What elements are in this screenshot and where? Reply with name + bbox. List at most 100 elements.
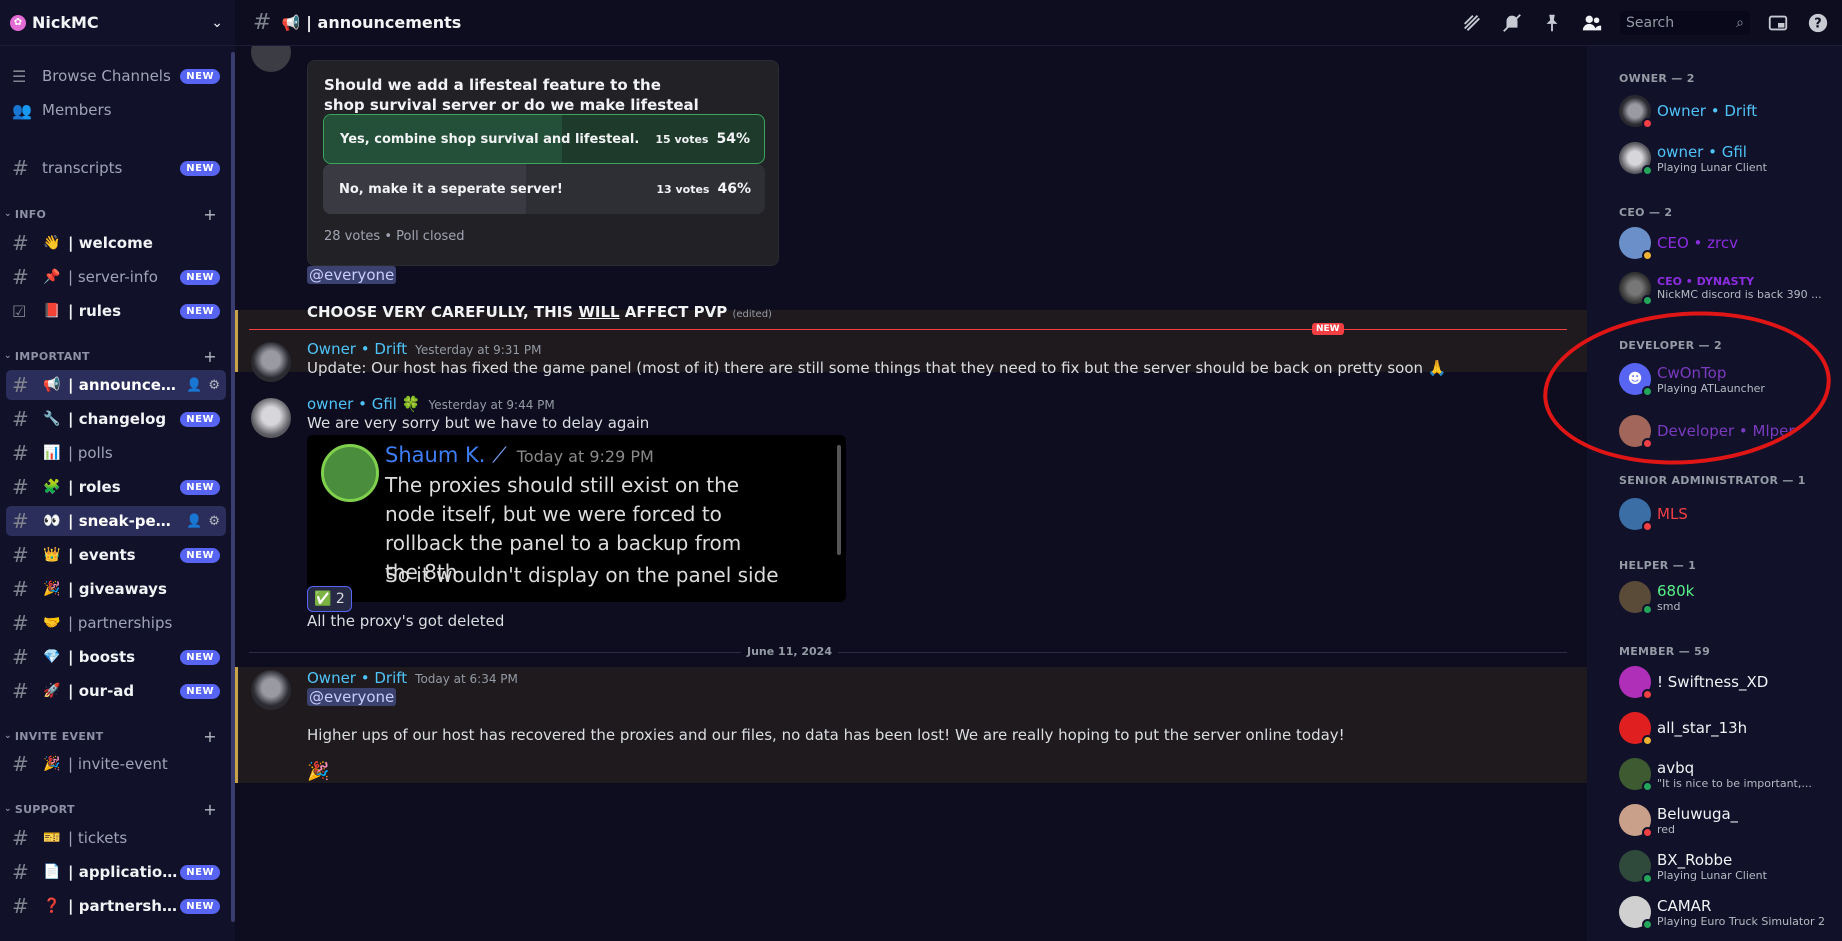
channel-our-ad[interactable]: # 🚀 | our-ad NEW <box>6 676 226 706</box>
member-mls[interactable]: MLS <box>1619 494 1834 534</box>
poll-footer: 28 votes • Poll closed <box>324 229 465 244</box>
avatar[interactable] <box>251 342 291 382</box>
avatar[interactable] <box>251 398 291 438</box>
message-author[interactable]: Owner • Drift Today at 6:34 PM <box>307 669 518 687</box>
author-name[interactable]: Owner • Drift <box>307 669 407 687</box>
channel-roles[interactable]: # 🧩 | roles NEW <box>6 472 226 502</box>
category-support[interactable]: ⌄ SUPPORT + <box>0 800 225 819</box>
member-avbq[interactable]: avbq "It is nice to be important,... <box>1619 754 1834 794</box>
new-messages-tag: NEW <box>1312 323 1344 335</box>
channel-rules[interactable]: ☑ 📕 | rules NEW <box>6 296 226 326</box>
category-title: IMPORTANT <box>14 349 90 363</box>
add-channel-icon[interactable]: + <box>203 727 217 746</box>
new-messages-divider <box>249 329 1567 330</box>
member-bxrobbe[interactable]: BX_Robbe Playing Lunar Client <box>1619 846 1834 886</box>
channel-server-info[interactable]: # 📌 | server-info NEW <box>6 262 226 292</box>
message-author[interactable]: owner • Gfil 🍀 Yesterday at 9:44 PM <box>307 395 555 413</box>
member-beluwuga[interactable]: Beluwuga_ red <box>1619 800 1834 840</box>
hash-icon: # <box>12 441 29 465</box>
channel-polls[interactable]: # 📊 | polls <box>6 438 226 468</box>
pin-icon[interactable] <box>1540 11 1564 35</box>
server-header[interactable]: ✿ NickMC ⌄ <box>0 0 235 46</box>
channel-events[interactable]: # 👑 | events NEW <box>6 540 226 570</box>
channel-tickets[interactable]: # 🎫 | tickets <box>6 823 226 853</box>
category-invite-event[interactable]: ⌄ INVITE EVENT + <box>0 727 225 746</box>
message-author[interactable]: Owner • Drift Yesterday at 9:31 PM <box>307 340 541 358</box>
dnd-status-icon <box>1642 827 1653 838</box>
author-name[interactable]: Owner • Drift <box>307 340 407 358</box>
hash-icon: # <box>12 577 29 601</box>
member-activity: Playing ATLauncher <box>1657 381 1765 395</box>
channel-boosts[interactable]: # 💎 | boosts NEW <box>6 642 226 672</box>
channel-announcements[interactable]: # 📢 | announceme... 👤 ⚙ <box>6 370 226 400</box>
online-status-icon <box>1642 295 1653 306</box>
invite-icon[interactable]: 👤 <box>186 378 202 393</box>
member-swiftness[interactable]: ! Swiftness_XD <box>1619 662 1834 702</box>
message-text: CHOOSE VERY CAREFULLY, THIS WILL AFFECT … <box>307 303 772 321</box>
channel-transcripts[interactable]: # transcripts NEW <box>6 153 226 183</box>
avatar[interactable] <box>251 46 291 72</box>
mute-icon[interactable] <box>1500 11 1524 35</box>
member-cwontop[interactable]: ☻ CwOnTop Playing ATLauncher <box>1619 359 1834 399</box>
member-drift[interactable]: Owner • Drift <box>1619 91 1834 131</box>
hash-icon: # <box>12 509 29 533</box>
avatar <box>1619 850 1653 884</box>
chevron-down-icon[interactable]: ⌄ <box>211 15 223 31</box>
message-text: Update: Our host has fixed the game pane… <box>307 359 1446 377</box>
channel-applications[interactable]: # 📄 | applications NEW <box>6 857 226 887</box>
author-name[interactable]: owner • Gfil <box>307 395 397 413</box>
poll-option-1[interactable]: Yes, combine shop survival and lifesteal… <box>323 114 765 164</box>
add-channel-icon[interactable]: + <box>203 800 217 819</box>
category-important[interactable]: ⌄ IMPORTANT + <box>0 347 225 366</box>
add-channel-icon[interactable]: + <box>203 347 217 366</box>
member-zrcv[interactable]: CEO • zrcv <box>1619 223 1834 263</box>
online-status-icon <box>1642 386 1653 397</box>
gear-icon[interactable]: ⚙ <box>208 514 220 529</box>
category-info[interactable]: ⌄ INFO + <box>0 205 225 224</box>
channel-partnerships[interactable]: # 🤝 | partnerships <box>6 608 226 638</box>
channel-emoji: 📢 <box>43 377 61 393</box>
channel-changelog[interactable]: # 🔧 | changelog NEW <box>6 404 226 434</box>
badge-icon: ⟋ <box>492 443 507 467</box>
browse-channels[interactable]: ☰ Browse Channels NEW <box>6 61 226 91</box>
member-allstar[interactable]: all_star_13h <box>1619 708 1834 748</box>
channel-partnership-apps[interactable]: # ❓ | partnership... NEW <box>6 891 226 921</box>
invite-icon[interactable]: 👤 <box>186 514 202 529</box>
everyone-mention[interactable]: @everyone <box>307 266 397 284</box>
caret-icon: ⌄ <box>4 351 12 361</box>
avatar <box>1619 758 1653 792</box>
avatar[interactable] <box>251 670 291 710</box>
member-name: owner • Gfil <box>1657 142 1747 161</box>
member-680k[interactable]: 680k smd <box>1619 577 1834 617</box>
member-mlper[interactable]: Developer • Mlper <box>1619 411 1834 451</box>
members-link[interactable]: 👥 Members <box>6 95 226 125</box>
everyone-mention[interactable]: @everyone <box>307 688 397 706</box>
underlined-text: WILL <box>578 303 620 321</box>
poll-option-2[interactable]: No, make it a seperate server! 13 votes … <box>323 164 765 214</box>
search-input[interactable]: Search ⌕ <box>1620 10 1750 35</box>
group-header: CEO — 2 <box>1619 206 1673 219</box>
gear-icon[interactable]: ⚙ <box>208 378 220 393</box>
idle-status-icon <box>1642 735 1653 746</box>
inbox-icon[interactable] <box>1766 11 1790 35</box>
reaction-check[interactable]: ✅ 2 <box>307 586 352 612</box>
member-dynasty[interactable]: CEO • DYNASTY NickMC discord is back 390 … <box>1619 268 1834 308</box>
channel-invite-event[interactable]: # 🎉 | invite-event <box>6 749 226 779</box>
date-divider-label: June 11, 2024 <box>741 645 838 658</box>
channel-emoji: 🎉 <box>43 581 61 597</box>
channel-label: | applications <box>68 863 181 881</box>
channel-welcome[interactable]: # 👋 | welcome <box>6 228 226 258</box>
help-icon[interactable]: ? <box>1806 11 1830 35</box>
threads-icon[interactable] <box>1460 11 1484 35</box>
quoted-screenshot[interactable]: Shaum K. ⟋ Today at 9:29 PM The proxies s… <box>307 435 846 602</box>
add-channel-icon[interactable]: + <box>203 205 217 224</box>
message-text: We are very sorry but we have to delay a… <box>307 414 650 432</box>
channel-sneak-peeks[interactable]: # 👀 | sneak-peeks 👤 ⚙ <box>6 506 226 536</box>
channel-giveaways[interactable]: # 🎉 | giveaways <box>6 574 226 604</box>
members-toggle-icon[interactable] <box>1580 11 1604 35</box>
caret-icon: ⌄ <box>4 804 12 814</box>
message-text-part: CHOOSE VERY CAREFULLY, THIS <box>307 303 579 321</box>
member-gfil[interactable]: owner • Gfil Playing Lunar Client <box>1619 138 1834 178</box>
channel-label: | announceme... <box>68 376 180 394</box>
member-camar[interactable]: CAMAR Playing Euro Truck Simulator 2 <box>1619 892 1834 932</box>
